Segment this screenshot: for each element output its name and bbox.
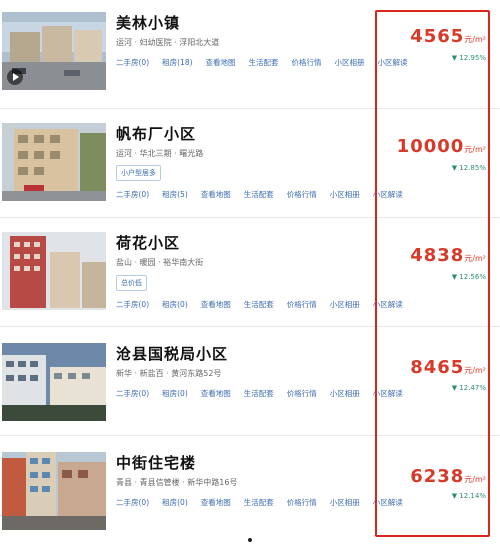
price: 8465元/m² xyxy=(410,357,486,378)
community-address: 运河 · 华北三期 · 曙光路 xyxy=(116,149,204,158)
photo-buildings xyxy=(2,232,106,310)
price-value: 8465 xyxy=(410,357,465,378)
link-secondhand[interactable]: 二手房(0) xyxy=(116,189,149,200)
list-item[interactable]: 中街住宅楼 青县 · 青县信管楼 · 新华中路16号 二手房(0) 租房(0) … xyxy=(0,436,500,545)
link-amenities[interactable]: 生活配套 xyxy=(249,57,279,68)
price-value: 6238 xyxy=(410,466,465,487)
community-name[interactable]: 美林小镇 xyxy=(116,12,180,33)
link-rent[interactable]: 租房(0) xyxy=(162,299,188,310)
price-change: ▼ 12.56% xyxy=(451,273,486,281)
community-photo[interactable] xyxy=(2,12,106,90)
link-price-trend[interactable]: 价格行情 xyxy=(287,388,317,399)
price-unit: 元/m² xyxy=(464,145,486,154)
community-photo[interactable] xyxy=(2,232,106,310)
feature-tag: 总价低 xyxy=(116,275,147,291)
link-amenities[interactable]: 生活配套 xyxy=(244,388,274,399)
link-rent[interactable]: 租房(5) xyxy=(162,189,188,200)
list-item[interactable]: 帆布厂小区 运河 · 华北三期 · 曙光路 小户型居多 二手房(0) 租房(5)… xyxy=(0,109,500,218)
feature-tag: 小户型居多 xyxy=(116,165,161,181)
link-price-trend[interactable]: 价格行情 xyxy=(292,57,322,68)
link-map[interactable]: 查看地图 xyxy=(201,299,231,310)
price: 4838元/m² xyxy=(410,245,486,266)
link-album[interactable]: 小区相册 xyxy=(335,57,365,68)
link-amenities[interactable]: 生活配套 xyxy=(244,189,274,200)
community-links: 二手房(0) 租房(0) 查看地图 生活配套 价格行情 小区相册 小区解读 xyxy=(116,388,416,399)
link-map[interactable]: 查看地图 xyxy=(201,497,231,508)
community-name[interactable]: 帆布厂小区 xyxy=(116,123,196,144)
list-item[interactable]: 沧县国税局小区 新华 · 新盐百 · 黄河东路52号 二手房(0) 租房(0) … xyxy=(0,327,500,436)
price-unit: 元/m² xyxy=(464,35,486,44)
community-photo[interactable] xyxy=(2,123,106,201)
price-unit: 元/m² xyxy=(464,475,486,484)
link-amenities[interactable]: 生活配套 xyxy=(244,299,274,310)
price: 4565元/m² xyxy=(410,26,486,47)
price-change: ▼ 12.95% xyxy=(451,54,486,62)
link-analysis[interactable]: 小区解读 xyxy=(373,388,403,399)
link-album[interactable]: 小区相册 xyxy=(330,497,360,508)
play-icon[interactable] xyxy=(7,69,23,85)
community-address: 新华 · 新盐百 · 黄河东路52号 xyxy=(116,369,222,378)
price-unit: 元/m² xyxy=(464,254,486,263)
link-price-trend[interactable]: 价格行情 xyxy=(287,299,317,310)
link-secondhand[interactable]: 二手房(0) xyxy=(116,388,149,399)
community-address: 盐山 · 暖园 · 裕华南大街 xyxy=(116,258,204,267)
price-value: 4565 xyxy=(410,26,465,47)
price: 10000元/m² xyxy=(397,136,486,157)
link-analysis[interactable]: 小区解读 xyxy=(373,299,403,310)
list-item[interactable]: 荷花小区 盐山 · 暖园 · 裕华南大街 总价低 二手房(0) 租房(0) 查看… xyxy=(0,218,500,327)
community-address: 青县 · 青县信管楼 · 新华中路16号 xyxy=(116,478,238,487)
community-links: 二手房(0) 租房(18) 查看地图 生活配套 价格行情 小区相册 小区解读 xyxy=(116,57,416,68)
link-map[interactable]: 查看地图 xyxy=(201,189,231,200)
link-amenities[interactable]: 生活配套 xyxy=(244,497,274,508)
community-photo[interactable] xyxy=(2,343,106,421)
link-analysis[interactable]: 小区解读 xyxy=(378,57,408,68)
price-change: ▼ 12.47% xyxy=(451,384,486,392)
pagination-dot[interactable] xyxy=(248,538,252,542)
link-album[interactable]: 小区相册 xyxy=(330,388,360,399)
price-unit: 元/m² xyxy=(464,366,486,375)
link-price-trend[interactable]: 价格行情 xyxy=(287,189,317,200)
community-name[interactable]: 沧县国税局小区 xyxy=(116,343,228,364)
community-name[interactable]: 中街住宅楼 xyxy=(116,452,196,473)
link-rent[interactable]: 租房(18) xyxy=(162,57,192,68)
link-album[interactable]: 小区相册 xyxy=(330,299,360,310)
list-item[interactable]: 美林小镇 运河 · 妇幼医院 · 浮阳北大道 二手房(0) 租房(18) 查看地… xyxy=(0,0,500,109)
link-map[interactable]: 查看地图 xyxy=(201,388,231,399)
community-photo[interactable] xyxy=(2,452,106,530)
link-rent[interactable]: 租房(0) xyxy=(162,497,188,508)
link-secondhand[interactable]: 二手房(0) xyxy=(116,497,149,508)
community-links: 二手房(0) 租房(0) 查看地图 生活配套 价格行情 小区相册 小区解读 xyxy=(116,299,416,310)
link-rent[interactable]: 租房(0) xyxy=(162,388,188,399)
photo-buildings xyxy=(2,452,106,530)
community-address: 运河 · 妇幼医院 · 浮阳北大道 xyxy=(116,38,220,47)
link-secondhand[interactable]: 二手房(0) xyxy=(116,299,149,310)
price-value: 4838 xyxy=(410,245,465,266)
link-secondhand[interactable]: 二手房(0) xyxy=(116,57,149,68)
price-change: ▼ 12.85% xyxy=(451,164,486,172)
photo-buildings xyxy=(2,343,106,421)
community-links: 二手房(0) 租房(0) 查看地图 生活配套 价格行情 小区相册 小区解读 xyxy=(116,497,416,508)
price-value: 10000 xyxy=(396,136,465,157)
price-change: ▼ 12.14% xyxy=(451,492,486,500)
community-links: 二手房(0) 租房(5) 查看地图 生活配套 价格行情 小区相册 小区解读 xyxy=(116,189,416,200)
link-analysis[interactable]: 小区解读 xyxy=(373,189,403,200)
link-album[interactable]: 小区相册 xyxy=(330,189,360,200)
link-map[interactable]: 查看地图 xyxy=(206,57,236,68)
price: 6238元/m² xyxy=(410,466,486,487)
link-analysis[interactable]: 小区解读 xyxy=(373,497,403,508)
link-price-trend[interactable]: 价格行情 xyxy=(287,497,317,508)
photo-buildings xyxy=(2,123,106,201)
community-name[interactable]: 荷花小区 xyxy=(116,232,180,253)
